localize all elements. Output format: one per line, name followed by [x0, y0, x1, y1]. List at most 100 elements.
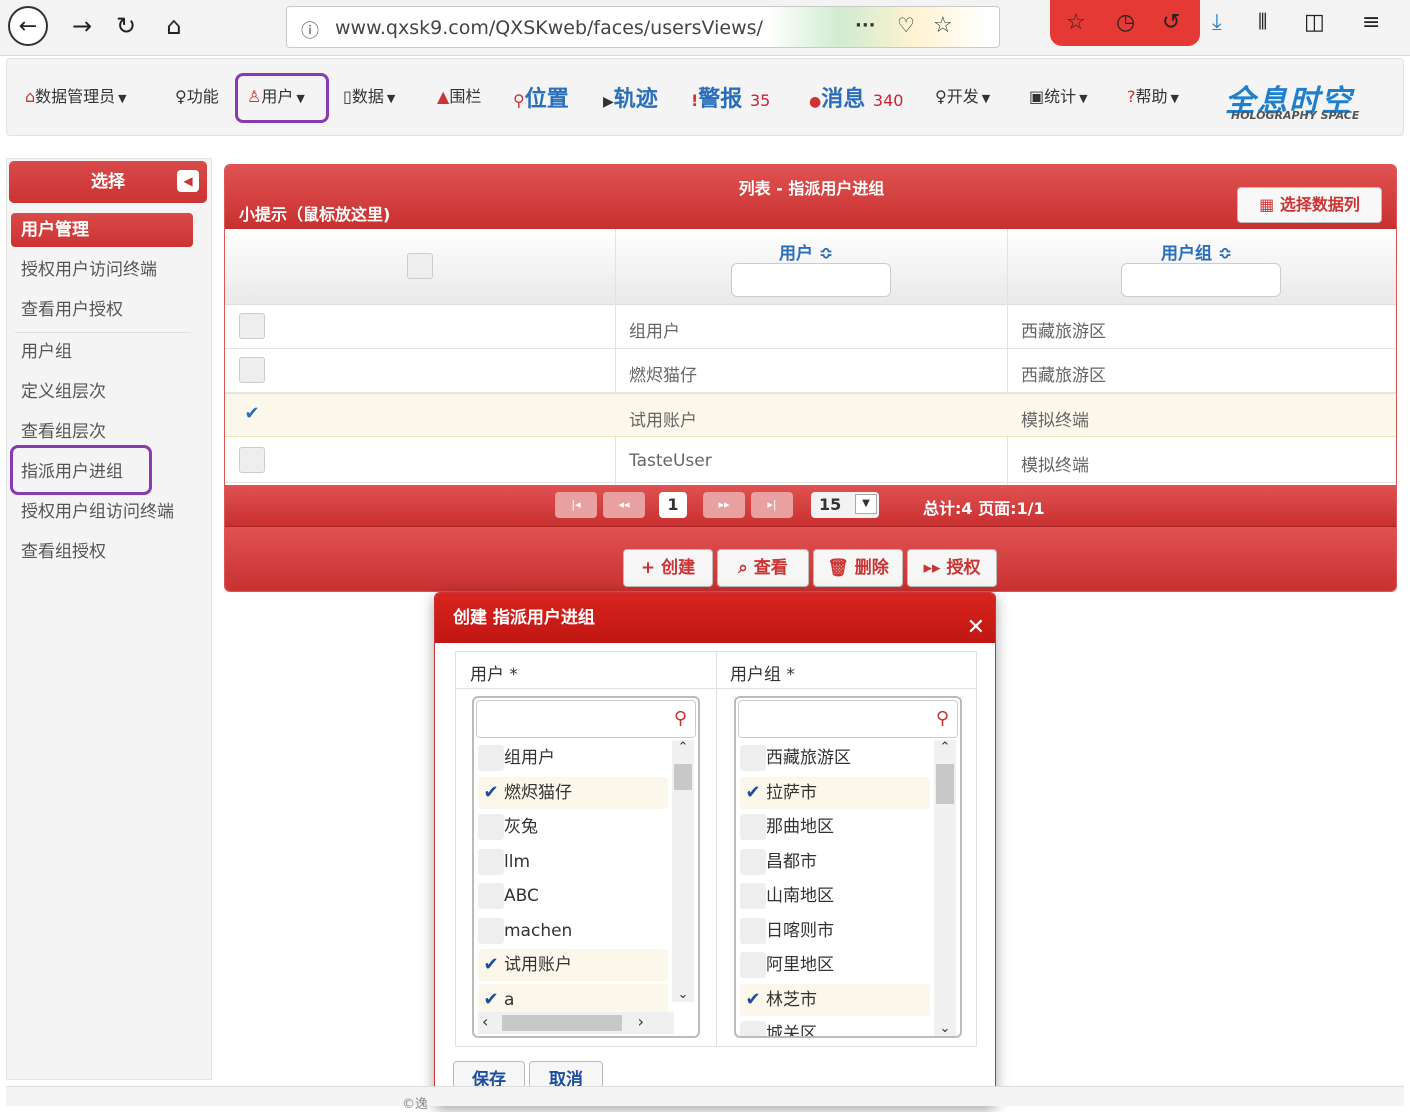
close-icon[interactable]: ✕ — [967, 603, 985, 653]
item-checkbox[interactable] — [478, 848, 504, 875]
list-item[interactable]: 日喀则市 — [740, 915, 930, 947]
info-icon[interactable]: ⓘ — [301, 17, 319, 43]
list-item[interactable]: 城关区 — [740, 1018, 930, 1036]
row-checkbox[interactable] — [239, 357, 265, 383]
sidebar-toggle-icon[interactable]: ◫ — [1304, 10, 1325, 35]
address-bar[interactable]: ⓘ www.qxsk9.com/QXSKweb/faces/usersViews… — [286, 6, 1000, 48]
nav-stats[interactable]: ▣统计 ▼ — [1029, 83, 1088, 107]
last-page-icon[interactable]: ▸| — [751, 492, 793, 518]
group-listbox[interactable]: ⚲ 西藏旅游区 ✔ 拉萨市 那曲地区 昌都市 山南地区 日喀则市 阿里地区 ✔ 林芝市 城关区 ⌃ ⌄ — [734, 696, 962, 1038]
vertical-scrollbar[interactable]: ⌃ ⌄ — [672, 740, 694, 1002]
current-page[interactable]: 1 — [659, 492, 687, 518]
item-checkbox[interactable] — [740, 1021, 766, 1036]
sidebar-item-view-hierarchy[interactable]: 查看组层次 — [11, 415, 193, 449]
chevron-up-icon[interactable]: ⌃ — [936, 740, 954, 755]
user-filter-input[interactable] — [731, 263, 891, 297]
nav-fence[interactable]: ▲围栏 — [437, 83, 481, 107]
delete-button[interactable]: 🗑 删除 — [813, 549, 903, 587]
page-actions-icon[interactable]: ··· — [855, 15, 876, 36]
select-columns-button[interactable]: ▦ 选择数据列 — [1237, 187, 1382, 223]
back-arrow-icon[interactable]: ← — [8, 6, 48, 46]
list-item[interactable]: 昌都市 — [740, 846, 930, 878]
list-item[interactable]: 组用户 — [478, 742, 668, 774]
pocket-icon[interactable]: ♡ — [897, 13, 915, 37]
list-item[interactable]: 山南地区 — [740, 880, 930, 912]
home-icon[interactable]: ⌂ — [154, 6, 194, 46]
nav-admin[interactable]: ⌂数据管理员 ▼ — [25, 83, 127, 107]
list-item[interactable]: ABC — [478, 880, 668, 912]
item-checkbox[interactable] — [740, 917, 766, 944]
sidebar-item-grant-terminal[interactable]: 授权用户访问终端 — [11, 253, 193, 287]
scroll-thumb[interactable] — [502, 1015, 622, 1031]
list-item[interactable]: llm — [478, 846, 668, 878]
checkmark-icon[interactable]: ✔ — [740, 780, 766, 806]
item-checkbox[interactable] — [478, 745, 504, 771]
table-row[interactable]: 燃烬猫仔 西藏旅游区 — [225, 349, 1396, 393]
column-header-user[interactable]: 用户 ≎ — [779, 239, 833, 264]
history-clock-icon[interactable]: ◷ — [1116, 10, 1135, 35]
scroll-thumb[interactable] — [936, 764, 954, 804]
list-item[interactable]: 那曲地区 — [740, 811, 930, 843]
list-item[interactable]: ✔ a — [478, 983, 668, 1016]
checkmark-icon[interactable]: ✔ — [478, 952, 504, 978]
checkmark-icon[interactable]: ✔ — [740, 987, 766, 1013]
item-checkbox[interactable] — [740, 848, 766, 875]
next-page-icon[interactable]: ▸▸ — [703, 492, 745, 518]
item-checkbox[interactable] — [478, 917, 504, 944]
undo-history-icon[interactable]: ↺ — [1162, 10, 1180, 35]
item-checkbox[interactable] — [478, 883, 504, 909]
sidebar-item-view-group-grant[interactable]: 查看组授权 — [11, 535, 193, 569]
forward-arrow-icon[interactable]: → — [62, 6, 102, 46]
list-item[interactable]: 阿里地区 — [740, 949, 930, 981]
checkmark-icon[interactable]: ✔ — [478, 987, 504, 1013]
chevron-down-icon[interactable]: ⌄ — [936, 1021, 954, 1036]
group-search-input[interactable]: ⚲ — [738, 700, 958, 738]
item-checkbox[interactable] — [740, 745, 766, 771]
scroll-thumb[interactable] — [674, 764, 692, 790]
extension-icon[interactable]: ☆ — [1066, 10, 1086, 35]
item-checkbox[interactable] — [740, 952, 766, 978]
view-button[interactable]: ⌕ 查看 — [717, 549, 809, 587]
page-size-select[interactable]: 15 ▼ — [811, 492, 879, 518]
column-header-group[interactable]: 用户组 ≎ — [1161, 239, 1232, 264]
list-item[interactable]: machen — [478, 915, 668, 947]
item-checkbox[interactable] — [478, 814, 504, 840]
nav-function[interactable]: ♀功能 — [175, 83, 219, 107]
tip-text[interactable]: 小提示（鼠标放这里) — [239, 201, 390, 225]
sidebar-item-define-hierarchy[interactable]: 定义组层次 — [11, 375, 193, 409]
list-item[interactable]: ✔ 拉萨市 — [740, 776, 930, 809]
sidebar-item-view-grant[interactable]: 查看用户授权 — [11, 293, 193, 327]
row-checkbox[interactable]: ✔ — [239, 402, 265, 428]
sidebar-item-user-group[interactable]: 用户组 — [11, 335, 193, 369]
sidebar-item-user-management[interactable]: 用户管理 — [11, 213, 193, 247]
chevron-up-icon[interactable]: ⌃ — [674, 740, 692, 755]
list-item[interactable]: 西藏旅游区 — [740, 742, 930, 774]
collapse-icon[interactable]: ◀ — [177, 170, 199, 192]
item-checkbox[interactable] — [740, 814, 766, 840]
list-item[interactable]: ✔ 燃烬猫仔 — [478, 776, 668, 809]
horizontal-scrollbar[interactable]: ‹ › — [478, 1012, 674, 1034]
nav-help[interactable]: ?帮助 ▼ — [1127, 83, 1179, 107]
first-page-icon[interactable]: |◂ — [555, 492, 597, 518]
nav-dev[interactable]: ♀开发 ▼ — [935, 83, 990, 107]
item-checkbox[interactable] — [740, 883, 766, 909]
user-search-input[interactable]: ⚲ — [476, 700, 696, 738]
row-checkbox[interactable] — [239, 447, 265, 473]
reload-icon[interactable]: ↻ — [106, 6, 146, 46]
download-icon[interactable]: ⤓ — [1212, 10, 1222, 35]
table-row[interactable]: 组用户 西藏旅游区 — [225, 305, 1396, 349]
sidebar-item-grant-group-terminal[interactable]: 授权用户组访问终端 — [11, 495, 193, 529]
group-filter-input[interactable] — [1121, 263, 1281, 297]
nav-message[interactable]: ●消息 340 — [809, 81, 903, 113]
nav-location[interactable]: ⚲位置 — [513, 81, 569, 113]
select-all-checkbox[interactable] — [407, 253, 433, 279]
bookmark-star-icon[interactable]: ☆ — [933, 13, 953, 38]
table-row[interactable]: TasteUser 模拟终端 — [225, 439, 1396, 483]
grant-button[interactable]: ▸▸ 授权 — [907, 549, 997, 587]
create-button[interactable]: + 创建 — [623, 549, 713, 587]
chevron-down-icon[interactable]: ⌄ — [674, 987, 692, 1002]
user-listbox[interactable]: ⚲ 组用户 ✔ 燃烬猫仔 灰兔 llm ABC machen ✔ 试用账户 ✔ a ⌃ ⌄ ‹ › — [472, 696, 700, 1038]
nav-track[interactable]: ▶轨迹 — [603, 81, 658, 113]
library-icon[interactable]: ⫴ — [1258, 10, 1267, 35]
chevron-left-icon[interactable]: ‹ — [482, 1012, 488, 1031]
